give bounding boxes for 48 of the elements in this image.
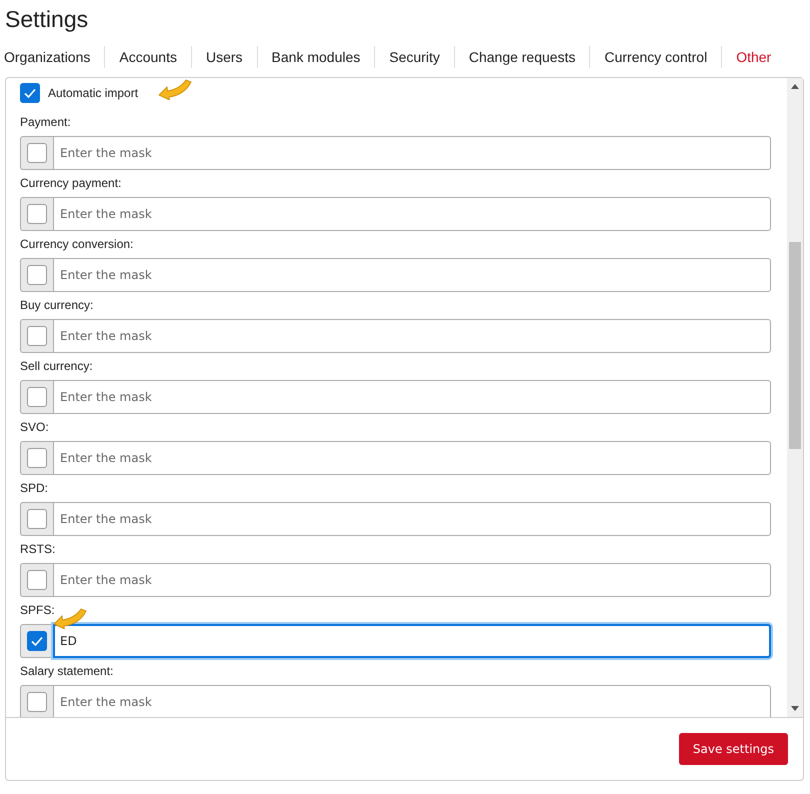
checkmark-icon	[30, 634, 44, 648]
field-label: Payment:	[20, 114, 72, 130]
page-title: Settings	[4, 5, 90, 34]
scroll-down-icon[interactable]	[791, 706, 799, 711]
checkbox[interactable]	[27, 265, 47, 285]
save-button[interactable]: Save settings	[678, 733, 788, 765]
field-label: SVO:	[20, 419, 50, 435]
tab[interactable]: Security	[374, 46, 454, 68]
field-label: Currency payment:	[20, 175, 122, 191]
checkmark-icon	[23, 86, 37, 100]
checkbox[interactable]	[27, 570, 47, 590]
checkbox[interactable]	[27, 204, 47, 224]
checkbox[interactable]	[27, 692, 47, 712]
mask-input[interactable]: Enter the mask	[53, 197, 771, 231]
checkbox[interactable]	[27, 143, 47, 163]
mask-input[interactable]: Enter the mask	[53, 258, 771, 292]
field-label: Salary statement:	[20, 663, 114, 679]
tab[interactable]: Bank modules	[256, 46, 374, 68]
field-label: SPFS:	[20, 602, 56, 618]
scroll-up-icon[interactable]	[791, 84, 799, 89]
checkbox[interactable]	[27, 631, 47, 651]
tab[interactable]: Accounts	[104, 46, 191, 68]
field-label: Currency conversion:	[20, 236, 134, 252]
tab[interactable]: Change requests	[454, 46, 590, 68]
tab[interactable]: Organizations	[0, 46, 104, 68]
mask-input[interactable]: Enter the mask	[53, 136, 771, 170]
mask-input[interactable]: Enter the mask	[53, 563, 771, 597]
field-label: Sell currency:	[20, 358, 94, 374]
mask-input[interactable]: Enter the mask	[53, 685, 771, 717]
mask-input[interactable]: Enter the mask	[53, 380, 771, 414]
checkbox[interactable]	[27, 326, 47, 346]
tab[interactable]: Users	[190, 46, 257, 68]
mask-input[interactable]: Enter the mask	[53, 441, 771, 475]
scrollbar-thumb[interactable]	[789, 242, 801, 449]
field-label: RSTS:	[20, 541, 56, 557]
tab[interactable]: Other	[721, 46, 786, 68]
checkbox[interactable]	[27, 387, 47, 407]
mask-input[interactable]: ED	[53, 624, 771, 658]
scrollbar[interactable]	[787, 78, 803, 717]
checkbox[interactable]	[27, 448, 47, 468]
mask-input[interactable]: Enter the mask	[53, 502, 771, 536]
checkbox[interactable]	[20, 83, 40, 103]
field-label: SPD:	[20, 480, 50, 496]
field-label: Buy currency:	[20, 297, 94, 313]
tab[interactable]: Currency control	[589, 46, 722, 68]
checkbox[interactable]	[27, 509, 47, 529]
checkbox-label: Automatic import	[48, 86, 138, 100]
mask-input[interactable]: Enter the mask	[53, 319, 771, 353]
